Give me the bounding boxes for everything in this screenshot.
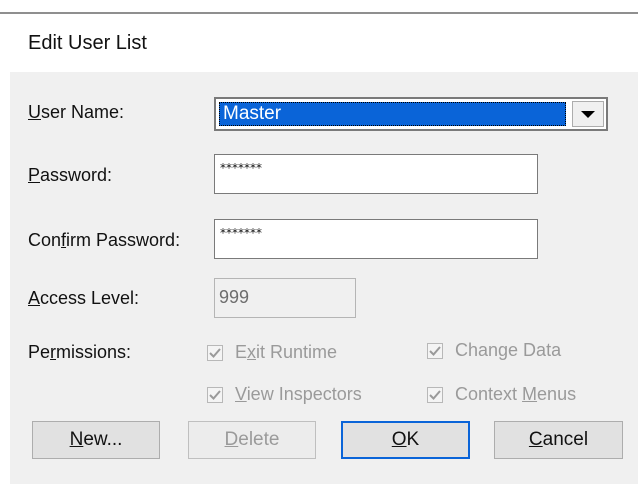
exit-runtime-checkbox: Exit Runtime	[207, 342, 337, 363]
permissions-label: Permissions:	[28, 342, 132, 362]
context-menus-checkbox: Context Menus	[427, 384, 576, 405]
view-inspectors-label: View Inspectors	[235, 384, 362, 404]
checkmark-icon	[207, 344, 223, 361]
password-label: Password:	[28, 165, 113, 185]
top-divider	[0, 12, 638, 14]
dropdown-button[interactable]	[572, 101, 604, 127]
chevron-down-icon	[581, 110, 595, 118]
user-name-combobox[interactable]: Master	[214, 97, 608, 131]
dialog-title: Edit User List	[28, 32, 147, 54]
password-field[interactable]: *******	[214, 154, 538, 194]
access-level-label: Access Level:	[28, 288, 140, 308]
view-inspectors-checkbox: View Inspectors	[207, 384, 362, 405]
confirm-password-label: Confirm Password:	[28, 230, 181, 250]
checkmark-icon	[427, 342, 443, 359]
user-name-label: User Name:	[28, 102, 125, 122]
context-menus-label: Context Menus	[455, 384, 577, 404]
checkmark-icon	[427, 386, 443, 403]
access-level-field: 999	[214, 278, 356, 318]
user-name-selected-value: Master	[219, 102, 566, 126]
change-data-label: Change Data	[455, 340, 562, 360]
exit-runtime-label: Exit Runtime	[235, 342, 338, 362]
ok-button[interactable]: OK	[341, 421, 470, 459]
delete-button: Delete	[188, 421, 316, 459]
cancel-button[interactable]: Cancel	[494, 421, 623, 459]
change-data-checkbox: Change Data	[427, 340, 561, 361]
checkmark-icon	[207, 386, 223, 403]
new-button[interactable]: New...	[32, 421, 160, 459]
confirm-password-field[interactable]: *******	[214, 219, 538, 259]
